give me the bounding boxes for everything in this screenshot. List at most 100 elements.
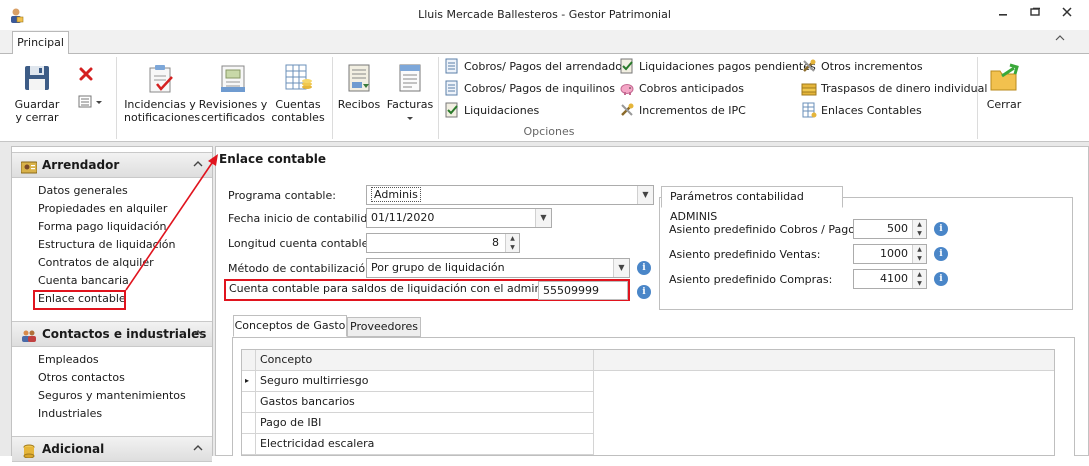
grid-header-concepto[interactable]: Concepto — [256, 350, 594, 371]
ventas-value: 1000 — [880, 247, 908, 260]
recibos-button[interactable]: Recibos — [336, 58, 382, 124]
incidencias-line2: notificaciones — [124, 111, 201, 124]
cobros-pagos-inquilinos-label: Cobros/ Pagos de inquilinos — [464, 82, 615, 95]
cobros-stepper[interactable]: 500 ▲ ▼ — [853, 219, 927, 239]
spin-up-icon[interactable]: ▲ — [913, 270, 926, 279]
cobros-anticipados-button[interactable]: Cobros anticipados — [619, 80, 744, 100]
table-row[interactable]: Electricidad escalera — [256, 434, 594, 455]
invoice-icon — [394, 62, 426, 94]
tab-proveedores[interactable]: Proveedores — [347, 317, 421, 337]
incidencias-button[interactable]: Incidencias y notificaciones — [124, 58, 200, 124]
close-window-button[interactable] — [1057, 6, 1077, 22]
window-title: Lluis Mercade Ballesteros - Gestor Patri… — [418, 8, 671, 21]
list-view-dropdown[interactable] — [78, 94, 106, 112]
metodo-label: Método de contabilización: — [228, 262, 376, 275]
nav-item-empleados[interactable]: Empleados — [12, 351, 99, 369]
chevron-down-icon[interactable]: ▼ — [613, 259, 629, 277]
nav-header-contactos[interactable]: Contactos e industriales — [12, 321, 212, 347]
liquidaciones-button[interactable]: Liquidaciones — [444, 102, 539, 122]
programa-label: Programa contable: — [228, 189, 336, 202]
incrementos-ipc-button[interactable]: Incrementos de IPC — [619, 102, 746, 122]
traspasos-dinero-label: Traspasos de dinero individual — [821, 82, 988, 95]
ribbon-group-caption: Opciones — [523, 125, 575, 138]
fecha-input[interactable]: 01/11/2020 ▼ — [366, 208, 552, 228]
nav-item-datos-generales[interactable]: Datos generales — [12, 182, 128, 200]
save-close-button[interactable]: Guardar y cerrar — [10, 58, 64, 124]
minimize-button[interactable] — [993, 6, 1013, 22]
collapse-chevron-icon[interactable] — [193, 323, 203, 347]
cuenta-saldos-input[interactable]: 55509999 — [538, 281, 628, 300]
longitud-label: Longitud cuenta contable: — [228, 237, 373, 250]
row-selector — [242, 413, 256, 434]
spin-down-icon[interactable]: ▼ — [913, 279, 926, 288]
ribbon-tab-row — [0, 30, 1089, 54]
table-row[interactable]: Seguro multirriesgo — [256, 371, 594, 392]
collapse-ribbon-icon[interactable] — [1052, 34, 1068, 48]
nav-item-industriales[interactable]: Industriales — [12, 405, 102, 423]
cobros-label: Asiento predefinido Cobros / Pagos: — [669, 223, 865, 236]
info-icon[interactable]: i — [934, 272, 948, 286]
spin-down-icon[interactable]: ▼ — [506, 243, 519, 252]
nav-item-otros-contactos[interactable]: Otros contactos — [12, 369, 125, 387]
grid-corner — [242, 350, 256, 371]
spin-buttons[interactable]: ▲ ▼ — [912, 245, 926, 263]
ventas-stepper[interactable]: 1000 ▲ ▼ — [853, 244, 927, 264]
delete-icon[interactable] — [78, 66, 96, 84]
spin-up-icon[interactable]: ▲ — [913, 245, 926, 254]
enlaces-contables-button[interactable]: Enlaces Contables — [801, 102, 922, 122]
revisiones-line2: certificados — [201, 111, 265, 124]
compras-value: 4100 — [880, 272, 908, 285]
otros-incrementos-button[interactable]: Otros incrementos — [801, 58, 923, 78]
params-tab[interactable]: Parámetros contabilidad ADMINIS — [661, 186, 843, 223]
close-button[interactable]: Cerrar — [982, 58, 1026, 124]
contacts-icon — [21, 327, 37, 342]
cobros-pagos-arrendador-button[interactable]: Cobros/ Pagos del arrendador — [444, 58, 627, 78]
ribbon-separator — [977, 57, 978, 139]
table-row[interactable]: Pago de IBI — [256, 413, 594, 434]
calendar-dropdown-icon[interactable]: ▼ — [535, 209, 551, 227]
fecha-value: 01/11/2020 — [371, 211, 435, 224]
cuentas-contables-button[interactable]: Cuentas contables — [270, 58, 326, 124]
spin-buttons[interactable]: ▲ ▼ — [912, 220, 926, 238]
info-icon[interactable]: i — [637, 285, 651, 299]
spin-down-icon[interactable]: ▼ — [913, 229, 926, 238]
facturas-button[interactable]: Facturas — [384, 58, 436, 124]
revisiones-button[interactable]: Revisiones y certificados — [198, 58, 268, 124]
nav-selection-highlight — [33, 290, 126, 310]
info-icon[interactable]: i — [934, 247, 948, 261]
collapse-chevron-icon[interactable] — [193, 438, 203, 462]
ribbon-separator — [116, 57, 117, 139]
restore-button[interactable] — [1025, 6, 1045, 22]
row-selector — [242, 392, 256, 413]
cuentas-line2: contables — [271, 111, 325, 124]
cerrar-label: Cerrar — [986, 98, 1022, 111]
save-label-line1: Guardar — [14, 98, 60, 111]
tab-principal[interactable]: Principal — [12, 31, 69, 55]
spin-buttons[interactable]: ▲ ▼ — [912, 270, 926, 288]
spin-down-icon[interactable]: ▼ — [913, 254, 926, 263]
spin-up-icon[interactable]: ▲ — [913, 220, 926, 229]
info-icon[interactable]: i — [637, 261, 651, 275]
nav-item-cuenta-bancaria[interactable]: Cuenta bancaria — [12, 272, 129, 290]
longitud-stepper[interactable]: 8 ▲ ▼ — [366, 233, 520, 253]
tab-conceptos-gasto[interactable]: Conceptos de Gasto — [233, 315, 347, 337]
traspasos-dinero-button[interactable]: Traspasos de dinero individual — [801, 80, 987, 100]
liquidaciones-pendientes-label: Liquidaciones pagos pendientes — [639, 60, 816, 73]
row-selector — [242, 434, 256, 455]
table-row[interactable]: Gastos bancarios — [256, 392, 594, 413]
liquidaciones-label: Liquidaciones — [464, 104, 540, 117]
nav-item-seguros[interactable]: Seguros y mantenimientos — [12, 387, 186, 405]
liquidaciones-pagos-pendientes-button[interactable]: Liquidaciones pagos pendientes — [619, 58, 816, 78]
cobros-pagos-inquilinos-button[interactable]: Cobros/ Pagos de inquilinos — [444, 80, 615, 100]
compras-stepper[interactable]: 4100 ▲ ▼ — [853, 269, 927, 289]
info-icon[interactable]: i — [934, 222, 948, 236]
spin-buttons[interactable]: ▲ ▼ — [505, 234, 519, 252]
checklist-icon — [144, 62, 176, 94]
landlord-icon — [20, 158, 38, 174]
programa-select[interactable]: Adminis ▼ — [366, 185, 654, 205]
spin-up-icon[interactable]: ▲ — [506, 234, 519, 243]
metodo-select[interactable]: Por grupo de liquidación ▼ — [366, 258, 630, 278]
nav-header-adicional[interactable]: Adicional — [12, 436, 212, 462]
chevron-down-icon[interactable]: ▼ — [637, 186, 653, 204]
folder-exit-icon — [988, 62, 1020, 94]
